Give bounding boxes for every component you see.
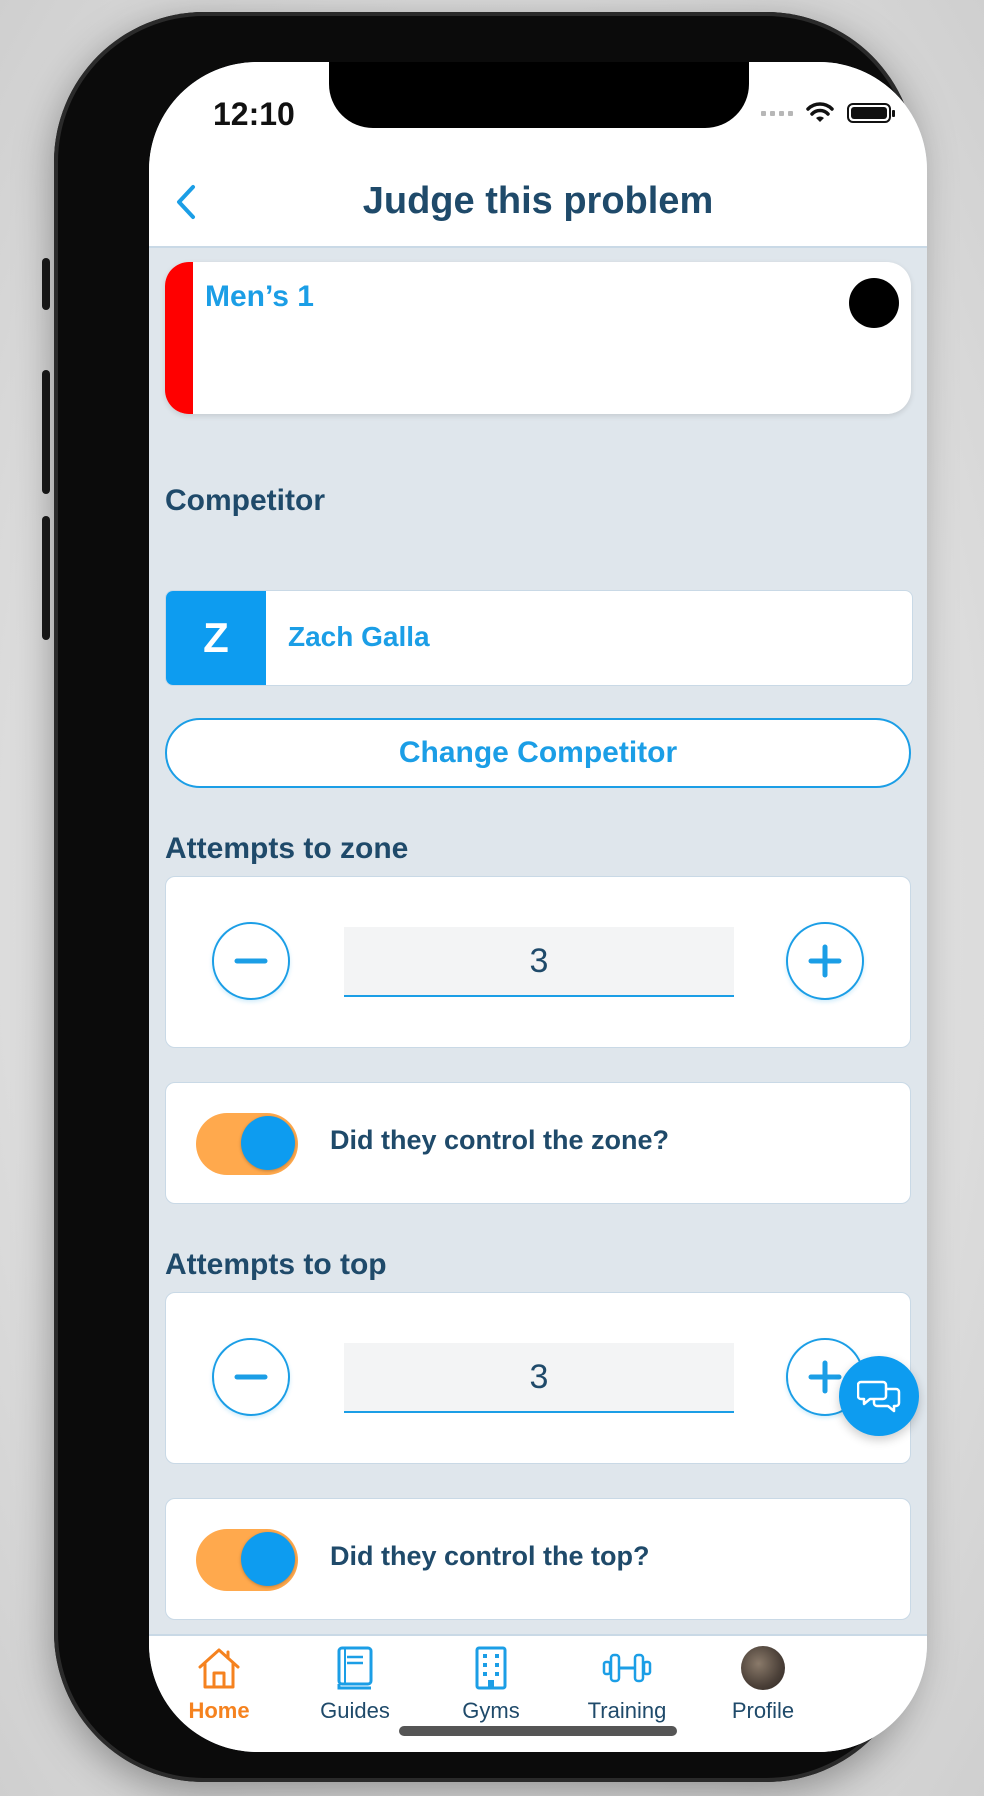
tab-profile-label: Profile — [731, 1698, 795, 1723]
page-title: Judge this problem — [362, 180, 714, 222]
toggle-knob — [241, 1116, 295, 1170]
status-time: 12:10 — [213, 96, 295, 132]
mute-switch — [42, 258, 50, 310]
book-icon — [337, 1646, 373, 1690]
top-control-label: Did they control the top? — [330, 1541, 650, 1571]
tab-training[interactable]: Training — [557, 1644, 697, 1734]
top-attempts-label: Attempts to top — [165, 1248, 387, 1281]
tab-gyms[interactable]: Gyms — [421, 1644, 561, 1734]
home-indicator — [399, 1726, 677, 1736]
tab-gyms-label: Gyms — [462, 1698, 520, 1723]
screen: 12:10 Judge this problem Men’s 1 Competi… — [149, 62, 927, 1752]
toggle-knob — [241, 1532, 295, 1586]
tab-home-label: Home — [188, 1698, 250, 1723]
zone-control-card: Did they control the zone? — [165, 1082, 911, 1204]
notch — [329, 62, 749, 128]
competitor-avatar: Z — [166, 591, 266, 685]
problem-card: Men’s 1 — [165, 262, 911, 414]
problem-color-stripe — [165, 262, 193, 414]
zone-control-label: Did they control the zone? — [330, 1125, 670, 1155]
plus-icon — [808, 944, 842, 978]
problem-name: Men’s 1 — [205, 280, 314, 313]
competitor-card: Z Zach Galla — [165, 590, 913, 686]
avatar — [741, 1646, 785, 1690]
volume-up-button — [42, 370, 50, 494]
volume-down-button — [42, 516, 50, 640]
zone-attempts-stepper — [165, 876, 911, 1048]
minus-icon — [234, 1374, 268, 1380]
wifi-icon — [806, 102, 834, 122]
top-control-card: Did they control the top? — [165, 1498, 911, 1620]
competitor-name: Zach Galla — [288, 621, 430, 652]
tab-guides-label: Guides — [320, 1698, 390, 1723]
device-stage: 12:10 Judge this problem Men’s 1 Competi… — [0, 0, 984, 1796]
zone-attempts-input[interactable] — [344, 927, 734, 997]
zone-decrement-button[interactable] — [212, 922, 290, 1000]
battery-icon — [847, 103, 895, 123]
judge-form: Men’s 1 Competitor Z Zach Galla Change C… — [149, 248, 927, 1634]
zone-attempts-label: Attempts to zone — [165, 832, 409, 865]
top-attempts-input[interactable] — [344, 1343, 734, 1413]
tab-home[interactable]: Home — [149, 1644, 289, 1734]
navigation-bar: Judge this problem — [149, 162, 927, 248]
status-icons — [761, 102, 895, 124]
top-attempts-stepper — [165, 1292, 911, 1464]
building-icon — [475, 1646, 507, 1690]
zone-increment-button[interactable] — [786, 922, 864, 1000]
competitor-section-label: Competitor — [165, 484, 325, 517]
hold-color-dot — [849, 278, 899, 328]
tab-training-label: Training — [587, 1698, 667, 1723]
top-decrement-button[interactable] — [212, 1338, 290, 1416]
chat-bubbles-icon — [857, 1380, 901, 1413]
phone-frame: 12:10 Judge this problem Men’s 1 Competi… — [54, 12, 927, 1782]
zone-control-toggle[interactable] — [196, 1113, 298, 1175]
tab-profile[interactable]: Profile — [693, 1644, 833, 1734]
chat-button[interactable] — [839, 1356, 919, 1436]
top-control-toggle[interactable] — [196, 1529, 298, 1591]
tab-guides[interactable]: Guides — [285, 1644, 425, 1734]
signal-dots-icon — [761, 110, 793, 116]
change-competitor-button[interactable]: Change Competitor — [165, 718, 911, 788]
minus-icon — [234, 958, 268, 964]
home-icon — [198, 1648, 240, 1689]
dumbbell-icon — [602, 1653, 652, 1683]
plus-icon — [808, 1360, 842, 1394]
